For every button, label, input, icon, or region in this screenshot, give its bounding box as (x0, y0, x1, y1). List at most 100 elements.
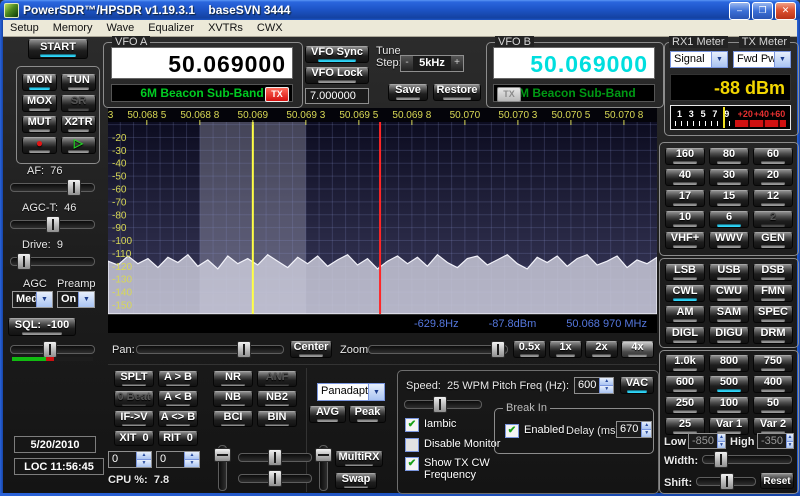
mode-button-sam[interactable]: SAM (709, 306, 749, 323)
filter-button-750[interactable]: 750 (753, 355, 793, 372)
filter-button-50[interactable]: 50 (753, 397, 793, 414)
rit-spinner[interactable]: 0 ▲▼ (156, 451, 200, 468)
band-button-20[interactable]: 20 (753, 169, 793, 186)
mode-button-fmn[interactable]: FMN (753, 285, 793, 302)
filter-button-250[interactable]: 250 (665, 397, 705, 414)
step-minus-icon[interactable]: - (401, 56, 413, 71)
band-button-gen[interactable]: GEN (753, 232, 793, 249)
vfo-op-button-a-b[interactable]: A < B (158, 391, 198, 407)
vfo-b-tx-button[interactable]: TX (497, 87, 521, 102)
filter-button-1.0k[interactable]: 1.0k (665, 355, 705, 372)
zoom-2x-button[interactable]: 2x (585, 341, 618, 358)
width-slider[interactable] (702, 451, 792, 466)
center-button[interactable]: Center (290, 341, 332, 358)
pan-main-slider[interactable] (238, 449, 312, 464)
shift-slider-thumb[interactable] (720, 473, 734, 490)
mixer-slider-1-thumb[interactable] (214, 448, 231, 462)
menu-memory[interactable]: Memory (46, 22, 100, 34)
agc-t-slider[interactable] (10, 216, 95, 231)
rx-button-mut[interactable]: MUT (22, 116, 57, 133)
zoom-4x-button[interactable]: 4x (621, 341, 654, 358)
mixer-slider-2-thumb[interactable] (315, 448, 332, 462)
record-icon[interactable]: ● (22, 137, 57, 154)
tx-meter-select[interactable]: Fwd Pwr▼ (733, 51, 791, 68)
rx-button-tun[interactable]: TUN (61, 74, 96, 91)
menu-equalizer[interactable]: Equalizer (141, 22, 201, 34)
mixer-slider-1[interactable] (214, 445, 231, 491)
break-in-enabled-checkbox[interactable]: ✔Enabled (505, 424, 564, 438)
vfo-b-frequency[interactable]: 50.069000 (493, 47, 655, 79)
restore-button[interactable]: Restore (433, 84, 481, 101)
rx-meter-select[interactable]: Signal▼ (670, 51, 728, 68)
mode-button-am[interactable]: AM (665, 306, 705, 323)
filter-button-500[interactable]: 500 (709, 376, 749, 393)
disable-monitor-checkbox[interactable]: Disable Monitor (405, 438, 500, 452)
band-button-40[interactable]: 40 (665, 169, 705, 186)
zoom-0.5x-button[interactable]: 0.5x (513, 341, 546, 358)
agc-select[interactable]: Med▼ (12, 291, 53, 308)
pan-slider[interactable] (136, 341, 284, 356)
shift-reset-button[interactable]: Reset (760, 473, 794, 489)
preamp-select[interactable]: On▼ (57, 291, 95, 308)
af-slider[interactable] (10, 179, 95, 194)
peak-button[interactable]: Peak (349, 406, 386, 423)
menu-xvtrs[interactable]: XVTRs (201, 22, 250, 34)
band-button-6[interactable]: 6 (709, 211, 749, 228)
dsp-button-anf[interactable]: ANF (257, 371, 297, 387)
filter-high-spinner[interactable]: -350 ▲▼ (757, 433, 794, 449)
play-icon[interactable]: ▷ (61, 137, 96, 154)
vfo-op-button-splt[interactable]: SPLT (114, 371, 154, 387)
mode-button-spec[interactable]: SPEC (753, 306, 793, 323)
squelch-button[interactable]: SQL: -100 (8, 318, 76, 336)
band-button-vhf-[interactable]: VHF+ (665, 232, 705, 249)
vfo-op-button-a-b[interactable]: A > B (158, 371, 198, 387)
pan-main-slider-thumb[interactable] (268, 449, 282, 466)
dsp-button-bci[interactable]: BCI (213, 411, 253, 427)
mode-button-usb[interactable]: USB (709, 264, 749, 281)
mode-button-cwl[interactable]: CWL (665, 285, 705, 302)
avg-button[interactable]: AVG (309, 406, 346, 423)
iambic-checkbox[interactable]: ✔Iambic (405, 418, 456, 432)
rx-button-mox[interactable]: MOX (22, 95, 57, 112)
sub-rx-frequency[interactable]: 7.000000 (305, 88, 369, 104)
multirx-button[interactable]: MultiRX (335, 451, 383, 467)
save-button[interactable]: Save (388, 84, 428, 101)
xit-button[interactable]: XIT0 (114, 431, 154, 446)
squelch-slider[interactable] (10, 341, 95, 356)
delay-spinner[interactable]: 670 ▲▼ (616, 421, 652, 438)
cw-speed-slider-thumb[interactable] (433, 396, 447, 413)
menu-setup[interactable]: Setup (3, 22, 46, 34)
band-button-30[interactable]: 30 (709, 169, 749, 186)
band-button-160[interactable]: 160 (665, 148, 705, 165)
close-icon[interactable]: ✕ (775, 2, 796, 20)
pitch-freq-spinner[interactable]: 600 ▲▼ (574, 377, 614, 394)
vfo-op-button-0-beat[interactable]: 0 Beat (114, 391, 154, 407)
step-plus-icon[interactable]: + (451, 56, 463, 71)
drive-slider-thumb[interactable] (17, 253, 31, 270)
af-slider-thumb[interactable] (67, 179, 81, 196)
vfo-sync-button[interactable]: VFO Sync (305, 46, 369, 63)
zoom-slider-thumb[interactable] (491, 341, 505, 358)
drive-slider[interactable] (10, 253, 95, 268)
band-button-15[interactable]: 15 (709, 190, 749, 207)
band-button-80[interactable]: 80 (709, 148, 749, 165)
dsp-button-bin[interactable]: BIN (257, 411, 297, 427)
vfo-op-button-if-v[interactable]: IF->V (114, 411, 154, 427)
width-slider-thumb[interactable] (714, 451, 728, 468)
display-mode-select[interactable]: Panadapter▼ (317, 383, 385, 401)
vfo-op-button-a-b[interactable]: A <> B (158, 411, 198, 427)
pan-slider-thumb[interactable] (237, 341, 251, 358)
rit-button[interactable]: RIT0 (158, 431, 198, 446)
vfo-lock-button[interactable]: VFO Lock (305, 67, 369, 84)
rx-button-mon[interactable]: MON (22, 74, 57, 91)
mode-button-digu[interactable]: DIGU (709, 327, 749, 344)
vac-button[interactable]: VAC (620, 377, 654, 394)
band-button-17[interactable]: 17 (665, 190, 705, 207)
pan-sub-slider[interactable] (238, 470, 312, 485)
band-button-2[interactable]: 2 (753, 211, 793, 228)
vfo-a-frequency[interactable]: 50.069000 (111, 47, 293, 79)
xit-spinner[interactable]: 0 ▲▼ (108, 451, 152, 468)
mode-button-dsb[interactable]: DSB (753, 264, 793, 281)
mixer-slider-2[interactable] (315, 445, 332, 491)
mode-button-drm[interactable]: DRM (753, 327, 793, 344)
